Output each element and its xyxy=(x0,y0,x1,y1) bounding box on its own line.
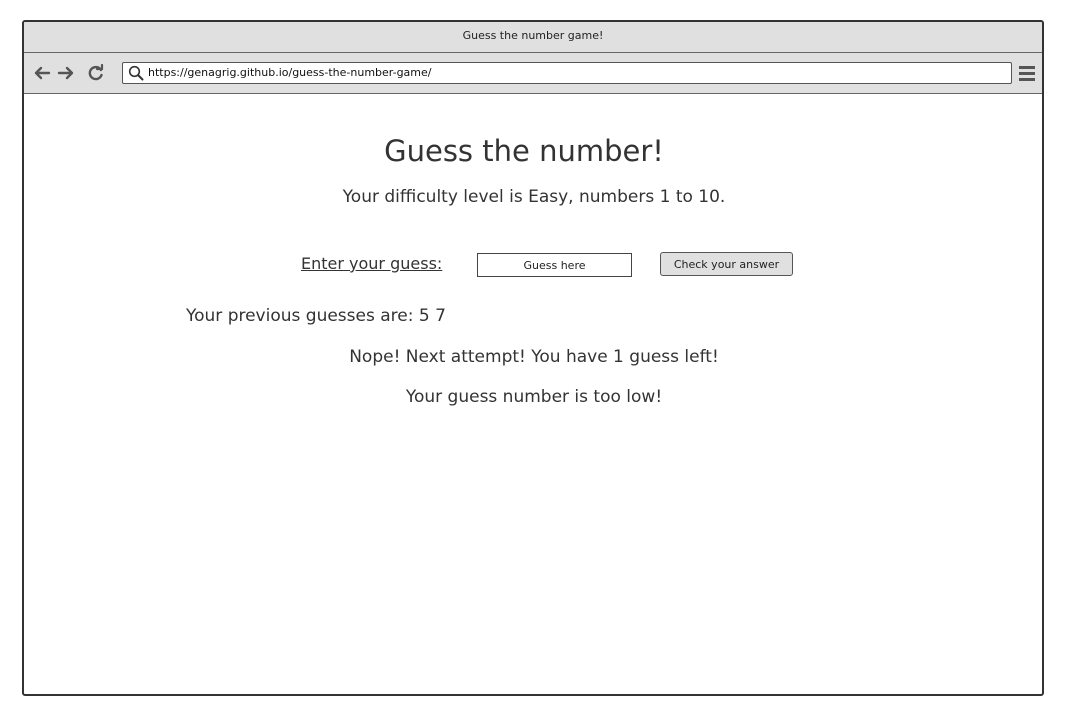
difficulty-text: Your difficulty level is Easy, numbers 1… xyxy=(342,187,726,207)
reload-icon[interactable] xyxy=(86,63,106,83)
address-bar[interactable]: https://genagrig.github.io/guess-the-num… xyxy=(122,62,1012,84)
url-text: https://genagrig.github.io/guess-the-num… xyxy=(148,66,432,79)
back-arrow-icon[interactable] xyxy=(32,63,52,83)
guess-input[interactable] xyxy=(477,253,632,277)
guess-label: Enter your guess: xyxy=(301,254,443,273)
browser-toolbar: https://genagrig.github.io/guess-the-num… xyxy=(24,53,1042,94)
page-title: Guess the number! xyxy=(384,134,664,168)
check-answer-button[interactable]: Check your answer xyxy=(660,252,793,276)
forward-arrow-icon[interactable] xyxy=(56,63,76,83)
window-titlebar: Guess the number game! xyxy=(24,22,1042,53)
hamburger-menu-icon[interactable] xyxy=(1018,63,1036,83)
browser-window: Guess the number game! https://genagrig.… xyxy=(22,20,1044,696)
search-icon xyxy=(128,65,144,85)
page-content: Guess the number! Your difficulty level … xyxy=(24,94,1042,694)
attempt-message: Nope! Next attempt! You have 1 guess lef… xyxy=(349,347,719,367)
window-title: Guess the number game! xyxy=(462,29,604,42)
previous-guesses-text: Your previous guesses are: 5 7 xyxy=(186,306,446,326)
hint-message: Your guess number is too low! xyxy=(405,387,663,407)
